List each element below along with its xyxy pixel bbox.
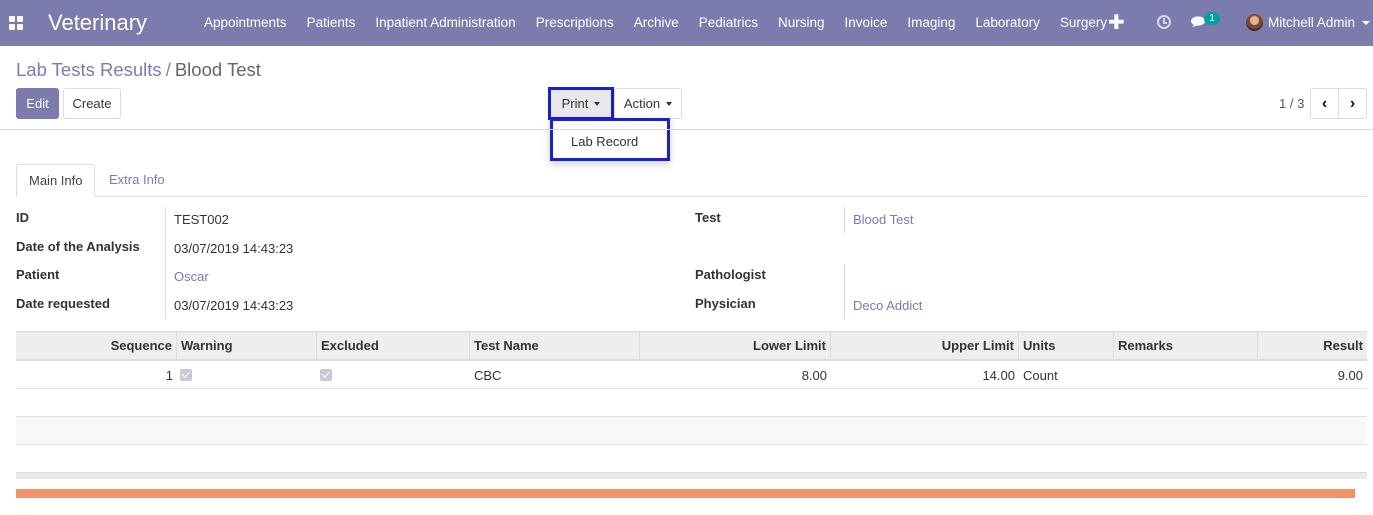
caret-down-icon [666,101,673,106]
tab-main-info[interactable]: Main Info [16,164,96,197]
chevron-left-icon: ‹ [1321,95,1328,112]
breadcrumb-separator: / [165,59,171,80]
physician-value-link[interactable]: Deco Addict [853,298,922,313]
table-empty-row [16,417,1367,445]
column-header-upper-limit[interactable]: Upper Limit [831,332,1019,360]
column-header-excluded[interactable]: Excluded [317,332,470,360]
date-requested-label: Date requested [16,296,110,311]
user-avatar[interactable] [1246,14,1263,31]
action-button-label: Action [623,96,661,111]
date-analysis-value[interactable]: 03/07/2019 14:43:23 [174,241,293,256]
menu-item-prescriptions[interactable]: Prescriptions [526,0,624,46]
cell-upper-limit: 14.00 [982,368,1015,383]
create-button[interactable]: Create [63,88,121,119]
pager-value[interactable]: 1 / 3 [1279,96,1304,111]
pager-next-button[interactable]: › [1338,88,1367,119]
tab-extra-info[interactable]: Extra Info [97,164,177,197]
date-analysis-label: Date of the Analysis [16,239,140,254]
field-separator [844,207,845,233]
date-requested-value[interactable]: 03/07/2019 14:43:23 [174,298,293,313]
main-menu: Appointments Patients Inpatient Administ… [194,0,1117,46]
form-tabs: Main Info Extra Info [16,164,1367,197]
cell-lower-limit: 8.00 [801,368,827,383]
menu-item-archive[interactable]: Archive [624,0,689,46]
top-navbar: Veterinary Appointments Patients Inpatie… [0,0,1373,46]
menu-item-pediatrics[interactable]: Pediatrics [689,0,768,46]
bottom-progress-bar [16,489,1355,498]
id-value[interactable]: TEST002 [174,212,229,227]
id-label: ID [16,210,29,225]
caret-down-icon [594,101,601,106]
column-header-remarks[interactable]: Remarks [1114,332,1258,360]
menu-item-appointments[interactable]: Appointments [194,0,297,46]
activity-clock-icon[interactable] [1157,15,1171,29]
column-header-result[interactable]: Result [1258,332,1367,360]
column-header-test-name[interactable]: Test Name [470,332,640,360]
chat-count-badge: 1 [1204,12,1220,25]
chevron-right-icon: › [1349,95,1356,112]
pathologist-label: Pathologist [695,267,766,282]
field-separator [844,264,845,319]
pager-previous-button[interactable]: ‹ [1310,88,1339,119]
plus-icon[interactable]: ✚ [1108,13,1125,33]
print-button[interactable]: Print [550,88,612,119]
cell-result: 9.00 [1337,368,1363,383]
menu-item-imaging[interactable]: Imaging [897,0,965,46]
user-menu-name[interactable]: Mitchell Admin [1268,15,1355,30]
warning-checkbox[interactable] [180,369,192,381]
menu-item-laboratory[interactable]: Laboratory [965,0,1050,46]
table-header: Sequence Warning Excluded Test Name Lowe… [16,331,1367,361]
test-value-link[interactable]: Blood Test [853,212,913,227]
cell-sequence: 1 [165,368,173,383]
action-button[interactable]: Action [614,88,682,119]
control-panel-divider [0,129,1373,130]
cell-units: Count [1023,368,1058,383]
column-header-units[interactable]: Units [1019,332,1114,360]
menu-item-inpatient-administration[interactable]: Inpatient Administration [365,0,525,46]
menu-item-invoice[interactable]: Invoice [835,0,898,46]
column-header-lower-limit[interactable]: Lower Limit [640,332,831,360]
edit-button[interactable]: Edit [16,88,59,119]
print-button-label: Print [561,96,589,111]
test-label: Test [695,210,721,225]
cell-remarks [1114,361,1258,388]
column-header-warning[interactable]: Warning [177,332,317,360]
table-row[interactable]: 1 CBC 8.00 14.00 Count 9.00 [16,361,1367,389]
field-separator [165,207,166,319]
print-dropdown-menu: Lab Record [550,118,670,161]
physician-label: Physician [695,296,756,311]
menu-item-patients[interactable]: Patients [297,0,366,46]
patient-value-link[interactable]: Oscar [174,269,209,284]
patient-label: Patient [16,267,60,282]
excluded-checkbox[interactable] [320,369,332,381]
table-empty-row [16,445,1367,473]
menu-item-nursing[interactable]: Nursing [768,0,835,46]
lab-record-menu-item[interactable]: Lab Record [571,134,638,149]
column-header-sequence[interactable]: Sequence [16,332,177,360]
app-brand[interactable]: Veterinary [48,10,147,36]
caret-down-icon[interactable] [1362,21,1370,25]
apps-grid-icon[interactable] [9,16,23,30]
breadcrumb-parent[interactable]: Lab Tests Results [16,59,162,80]
cell-test-name: CBC [474,368,502,383]
table-footer [16,472,1367,479]
breadcrumb-current: Blood Test [174,59,261,80]
table-empty-row [16,389,1367,417]
breadcrumb: Lab Tests Results / Blood Test [16,59,261,81]
